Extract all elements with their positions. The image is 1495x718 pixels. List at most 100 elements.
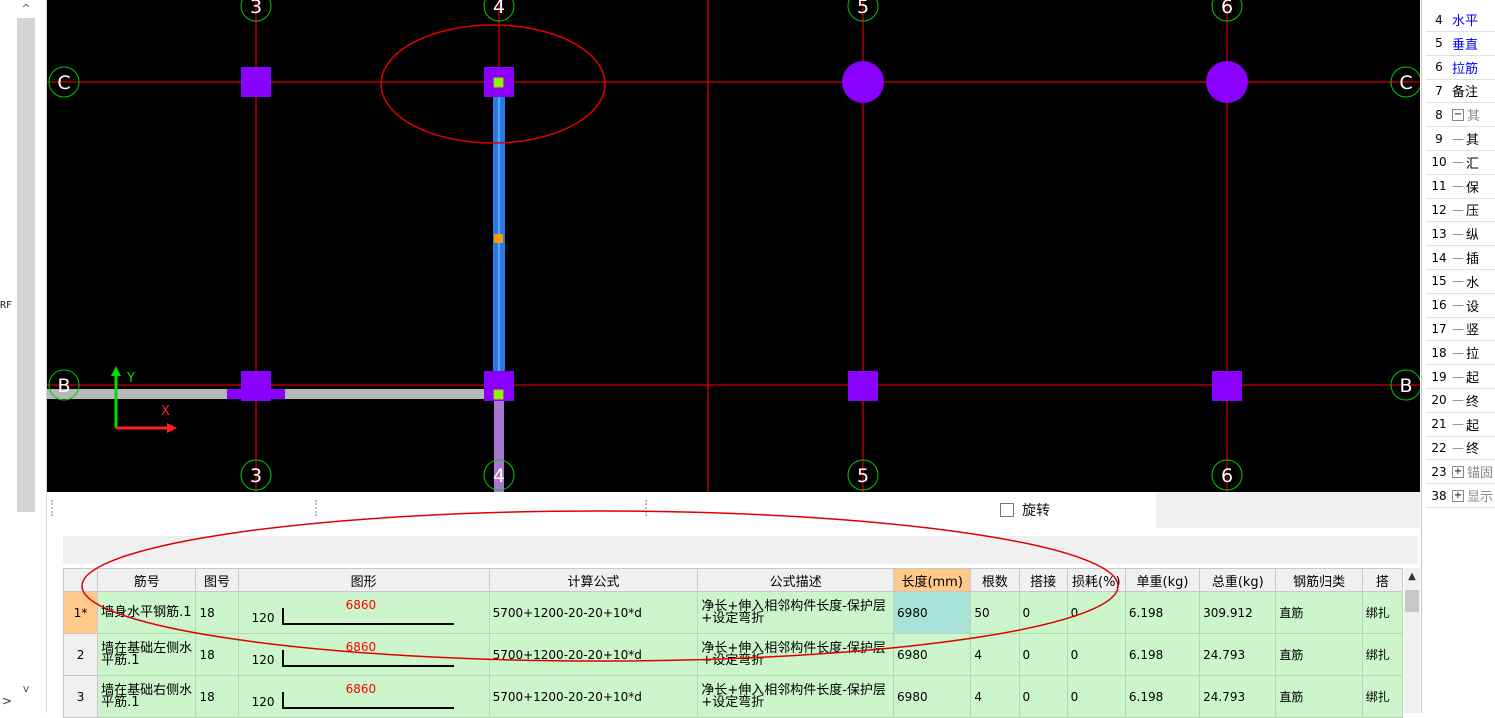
category-cell[interactable]: 直筋 [1275, 675, 1363, 718]
formula-cell[interactable]: 5700+1200-20-20+10*d [488, 675, 699, 718]
header-unit-weight[interactable]: 单重(kg) [1124, 568, 1201, 592]
header-bar-name[interactable]: 筋号 [97, 568, 197, 592]
property-row[interactable]: 38 + 显示 [1426, 484, 1495, 508]
count-cell[interactable]: 50 [970, 591, 1020, 634]
shape-cell[interactable]: 120 6860 [237, 633, 490, 676]
splitter-grip[interactable] [51, 500, 53, 516]
lap-cell[interactable]: 0 [1018, 633, 1068, 676]
scrollbar-thumb[interactable] [17, 18, 35, 512]
length-cell[interactable]: 6980 [893, 675, 972, 718]
category-cell[interactable]: 直筋 [1275, 591, 1363, 634]
property-row[interactable]: 11 — 保 [1426, 175, 1495, 199]
column-c5[interactable] [842, 61, 884, 103]
column-b5[interactable] [848, 371, 878, 401]
property-row[interactable]: 6 拉筋 [1426, 56, 1495, 80]
header-total-weight[interactable]: 总重(kg) [1199, 568, 1277, 592]
unit-weight-cell[interactable]: 6.198 [1124, 633, 1201, 676]
header-shape[interactable]: 图形 [237, 568, 490, 592]
header-length[interactable]: 长度(mm) [893, 568, 972, 592]
property-row[interactable]: 15 — 水 [1426, 270, 1495, 294]
total-weight-cell[interactable]: 309.912 [1199, 591, 1277, 634]
lap-cell[interactable]: 0 [1018, 675, 1068, 718]
figure-no-cell[interactable]: 18 [195, 675, 239, 718]
property-row[interactable]: 13 — 纵 [1426, 222, 1495, 247]
column-b6[interactable] [1212, 371, 1242, 401]
lap-type-cell[interactable]: 绑扎 [1361, 675, 1404, 718]
scrollbar-thumb[interactable] [1405, 590, 1419, 612]
property-row[interactable]: 12 — 压 [1426, 198, 1495, 223]
collapse-icon[interactable]: − [1452, 108, 1464, 121]
bar-name-cell[interactable]: 墙在基础右侧水平筋.1 [97, 675, 197, 718]
header-count[interactable]: 根数 [970, 568, 1020, 592]
shape-cell[interactable]: 120 6860 [237, 591, 490, 634]
splitter-grip[interactable] [315, 500, 317, 516]
loss-cell[interactable]: 0 [1066, 675, 1126, 718]
figure-no-cell[interactable]: 18 [195, 591, 239, 634]
bar-name-cell[interactable]: 墙身水平钢筋.1 [97, 591, 197, 634]
formula-desc-cell[interactable]: 净长+伸入相邻构件长度-保护层+设定弯折 [697, 591, 895, 634]
row-number[interactable]: 2 [62, 633, 99, 676]
loss-cell[interactable]: 0 [1066, 591, 1126, 634]
property-row[interactable]: 16 — 设 [1426, 294, 1495, 318]
column-c3[interactable] [241, 67, 271, 97]
plan-view[interactable]: 3 4 5 6 3 4 5 6 C B C B Y X [47, 0, 1420, 492]
property-row[interactable]: 20 — 终 [1426, 389, 1495, 413]
lap-type-cell[interactable]: 绑扎 [1361, 633, 1404, 676]
property-row[interactable]: 23 + 锚固 [1426, 460, 1495, 485]
property-row[interactable]: 21 — 起 [1426, 413, 1495, 437]
row-number[interactable]: 1* [62, 591, 99, 634]
property-row[interactable]: 18 — 拉 [1426, 341, 1495, 366]
expand-icon[interactable]: + [1452, 489, 1464, 502]
row-number[interactable]: 3 [62, 675, 99, 718]
property-row[interactable]: 17 — 竖 [1426, 317, 1495, 342]
column-b3[interactable] [241, 371, 271, 401]
formula-desc-cell[interactable]: 净长+伸入相邻构件长度-保护层+设定弯折 [697, 633, 895, 676]
property-row[interactable]: 10 — 汇 [1426, 151, 1495, 175]
figure-no-cell[interactable]: 18 [195, 633, 239, 676]
expand-icon[interactable]: > [2, 694, 12, 708]
expand-icon[interactable]: + [1452, 465, 1464, 478]
scroll-up-icon[interactable]: ^ [17, 0, 35, 18]
property-row[interactable]: 4 水平 [1426, 8, 1495, 32]
header-formula[interactable]: 计算公式 [488, 568, 699, 592]
loss-cell[interactable]: 0 [1066, 633, 1126, 676]
table-row[interactable]: 3 墙在基础右侧水平筋.1 18 120 6860 5700+1200-20-20… [62, 675, 1404, 718]
grip-top[interactable] [493, 77, 504, 88]
table-scrollbar[interactable]: ▲ [1404, 568, 1420, 713]
property-row[interactable]: 5 垂直 [1426, 32, 1495, 56]
header-loss[interactable]: 损耗(%) [1066, 568, 1126, 592]
formula-cell[interactable]: 5700+1200-20-20+10*d [488, 633, 699, 676]
header-figure-no[interactable]: 图号 [195, 568, 239, 592]
splitter-grip[interactable] [645, 500, 647, 516]
count-cell[interactable]: 4 [970, 633, 1020, 676]
formula-desc-cell[interactable]: 净长+伸入相邻构件长度-保护层+设定弯折 [697, 675, 895, 718]
length-cell[interactable]: 6980 [893, 633, 972, 676]
property-row[interactable]: 9 — 其 [1426, 127, 1495, 151]
property-row[interactable]: 8− 其 [1426, 103, 1495, 128]
lap-type-cell[interactable]: 绑扎 [1361, 591, 1404, 634]
property-row[interactable]: 14 — 插 [1426, 246, 1495, 270]
unit-weight-cell[interactable]: 6.198 [1124, 675, 1201, 718]
length-cell[interactable]: 6980 [893, 591, 972, 634]
column-c6[interactable] [1206, 61, 1248, 103]
property-row[interactable]: 22 — 终 [1426, 436, 1495, 461]
rotate-checkbox[interactable] [1000, 503, 1014, 517]
scroll-up-icon[interactable]: ▲ [1404, 568, 1420, 586]
shape-cell[interactable]: 120 6860 [237, 675, 490, 718]
total-weight-cell[interactable]: 24.793 [1199, 675, 1277, 718]
property-row[interactable]: 19 — 起 [1426, 365, 1495, 389]
grip-mid[interactable] [494, 234, 503, 243]
header-category[interactable]: 钢筋归类 [1275, 568, 1363, 592]
total-weight-cell[interactable]: 24.793 [1199, 633, 1277, 676]
header-formula-desc[interactable]: 公式描述 [697, 568, 895, 592]
rotate-toggle[interactable]: 旋转 [1000, 500, 1050, 520]
count-cell[interactable]: 4 [970, 675, 1020, 718]
header-lap-type[interactable]: 搭 [1361, 568, 1404, 592]
header-lap[interactable]: 搭接 [1018, 568, 1068, 592]
category-cell[interactable]: 直筋 [1275, 633, 1363, 676]
property-row[interactable]: 7 备注 [1426, 79, 1495, 104]
bar-name-cell[interactable]: 墙在基础左侧水平筋.1 [97, 633, 197, 676]
drawing-canvas[interactable]: 3 4 5 6 3 4 5 6 C B C B Y X [47, 0, 1420, 492]
lap-cell[interactable]: 0 [1018, 591, 1068, 634]
unit-weight-cell[interactable]: 6.198 [1124, 591, 1201, 634]
